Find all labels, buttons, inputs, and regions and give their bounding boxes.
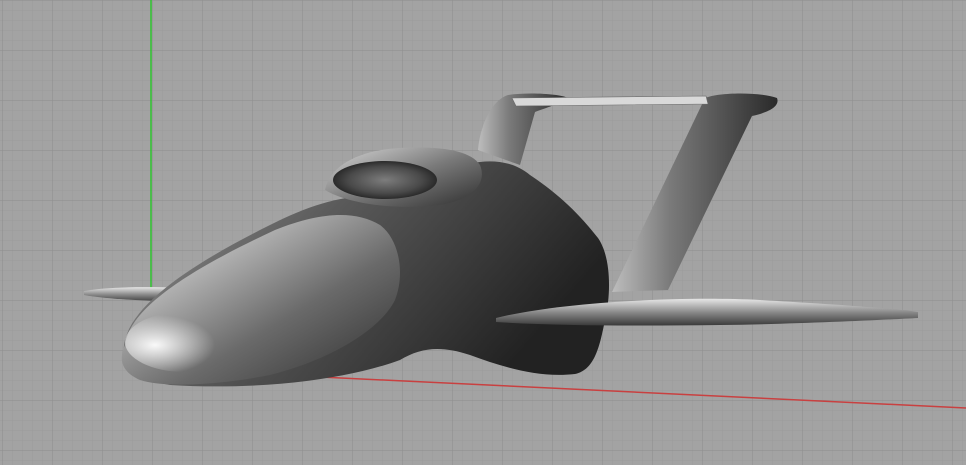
tail-crossbar [511, 95, 709, 107]
viewport-canvas[interactable] [0, 0, 966, 465]
nose-highlight [125, 312, 245, 372]
intake-opening [333, 161, 437, 199]
3d-viewport[interactable] [0, 0, 966, 465]
